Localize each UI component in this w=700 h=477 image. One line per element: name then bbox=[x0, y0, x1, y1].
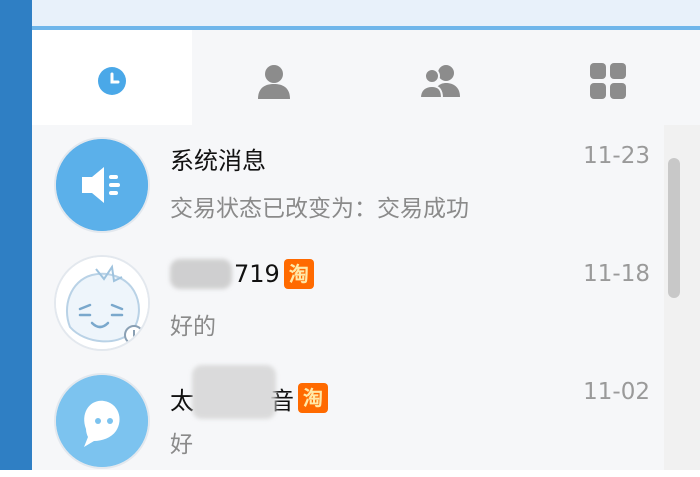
person-icon bbox=[258, 65, 290, 99]
tab-bar bbox=[32, 30, 700, 125]
conversation-list: 系统消息 交易状态已改变为：交易成功 11-23 719 淘 好的 11-18 … bbox=[32, 125, 664, 470]
cartoon-avatar bbox=[56, 257, 148, 349]
list-item[interactable]: 719 淘 好的 11-18 bbox=[32, 243, 664, 359]
people-icon bbox=[418, 65, 460, 99]
conversation-time: 11-18 bbox=[583, 261, 650, 287]
conversation-time: 11-23 bbox=[583, 143, 650, 169]
scrollbar-thumb[interactable] bbox=[668, 158, 680, 298]
conversation-preview: 交易状态已改变为：交易成功 bbox=[170, 196, 469, 222]
taobao-badge-icon: 淘 bbox=[298, 383, 328, 413]
conversation-time: 11-02 bbox=[583, 379, 650, 405]
conversation-preview: 好 bbox=[170, 432, 193, 458]
window-left-edge bbox=[0, 0, 32, 470]
avatar bbox=[56, 139, 148, 231]
grid-icon bbox=[590, 63, 626, 99]
conversation-name-suffix: 719 bbox=[234, 260, 280, 288]
tab-contacts[interactable] bbox=[244, 54, 304, 108]
redacted-name bbox=[192, 365, 276, 419]
conversation-preview: 好的 bbox=[170, 314, 216, 340]
chat-panel: 系统消息 交易状态已改变为：交易成功 11-23 719 淘 好的 11-18 … bbox=[32, 30, 700, 470]
tab-apps[interactable] bbox=[578, 54, 638, 108]
conversation-name-prefix: 太 bbox=[170, 386, 194, 415]
tab-groups[interactable] bbox=[410, 54, 470, 108]
speaker-icon bbox=[56, 139, 148, 231]
avatar bbox=[56, 375, 148, 467]
list-item[interactable]: 太 音 淘 好 11-02 bbox=[32, 361, 664, 477]
conversation-name: 太 音 淘 bbox=[170, 365, 328, 419]
redacted-name bbox=[170, 259, 232, 289]
avatar bbox=[56, 257, 148, 349]
taobao-badge-icon: 淘 bbox=[283, 259, 314, 289]
list-item[interactable]: 系统消息 交易状态已改变为：交易成功 11-23 bbox=[32, 125, 664, 241]
clock-icon bbox=[98, 67, 126, 95]
tab-recent[interactable] bbox=[82, 54, 142, 108]
conversation-name: 系统消息 bbox=[170, 147, 266, 175]
top-search-bar[interactable] bbox=[32, 0, 700, 30]
conversation-name: 719 淘 bbox=[170, 259, 314, 289]
chat-bubble-icon bbox=[56, 375, 148, 467]
